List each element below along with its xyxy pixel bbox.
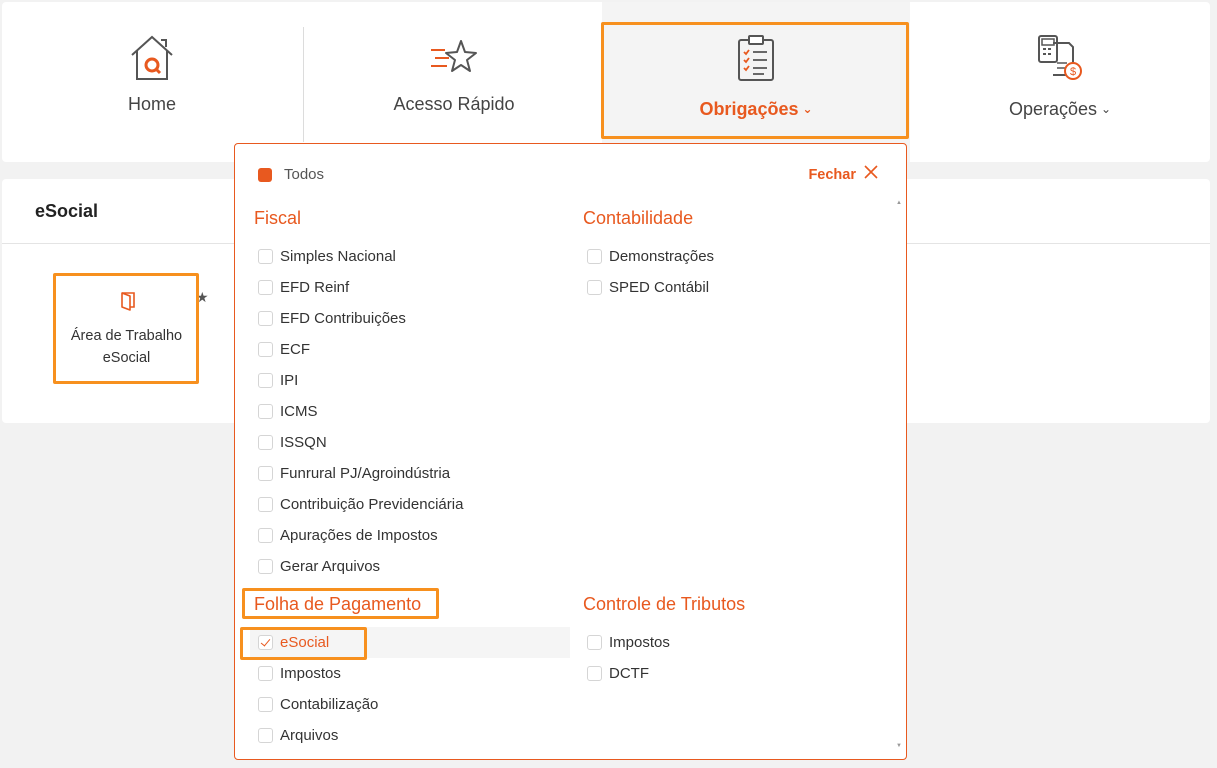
nav-operacoes[interactable]: $ Operações ⌄	[910, 2, 1210, 162]
option-label: Gerar Arquivos	[280, 558, 381, 575]
nav-home[interactable]: Home	[2, 2, 302, 162]
obrigacoes-dropdown: Todos Fechar ▲ ▼ Fiscal Contabilidade Fo…	[234, 143, 907, 760]
option-folha[interactable]: Contabilização	[250, 689, 570, 720]
option-label: EFD Contribuições	[280, 310, 406, 327]
tile-label: Área de Trabalho eSocial	[70, 328, 183, 366]
option-label: IPI	[280, 372, 299, 389]
option-checkbox[interactable]	[258, 528, 273, 543]
section-title-contabilidade: Contabilidade	[583, 208, 694, 228]
option-checkbox[interactable]	[258, 249, 273, 264]
option-checkbox[interactable]	[587, 280, 602, 295]
option-checkbox[interactable]	[258, 559, 273, 574]
favorite-star-icon[interactable]: ★	[196, 289, 209, 306]
option-label: SPED Contábil	[609, 279, 710, 296]
option-controle[interactable]: DCTF	[579, 658, 879, 689]
option-fiscal[interactable]: Apurações de Impostos	[250, 520, 570, 551]
option-fiscal[interactable]: Gerar Arquivos	[250, 551, 570, 582]
option-folha[interactable]: Impostos	[250, 658, 570, 689]
option-label: ISSQN	[280, 434, 327, 451]
star-icon	[429, 32, 479, 84]
option-folha[interactable]: eSocial	[250, 627, 570, 658]
option-checkbox[interactable]	[258, 373, 273, 388]
option-label: EFD Reinf	[280, 279, 350, 296]
panel-title: eSocial	[35, 201, 99, 221]
option-checkbox[interactable]	[587, 635, 602, 650]
option-label: ICMS	[280, 403, 318, 420]
close-button[interactable]: Fechar	[808, 165, 878, 184]
option-checkbox[interactable]	[258, 466, 273, 481]
option-label: ECF	[280, 341, 310, 358]
option-folha[interactable]: Arquivos	[250, 720, 570, 751]
option-label: Demonstrações	[609, 248, 715, 265]
close-icon	[864, 165, 878, 184]
option-checkbox[interactable]	[587, 666, 602, 681]
option-checkbox[interactable]	[258, 435, 273, 450]
option-fiscal[interactable]: IPI	[250, 365, 570, 396]
calculator-invoice-icon: $	[1035, 32, 1085, 84]
chevron-down-icon: ⌄	[802, 102, 813, 116]
option-checkbox[interactable]	[258, 697, 273, 712]
option-label: Contabilização	[280, 696, 379, 713]
option-fiscal[interactable]: Contribuição Previdenciária	[250, 489, 570, 520]
nav-acesso-rapido-label: Acesso Rápido	[393, 94, 515, 114]
todos-toggle[interactable]: Todos	[258, 166, 324, 183]
option-checkbox[interactable]	[258, 666, 273, 681]
option-checkbox[interactable]	[258, 728, 273, 743]
option-checkbox[interactable]	[258, 342, 273, 357]
todos-checkbox[interactable]	[258, 167, 272, 182]
scroll-up-icon[interactable]: ▲	[896, 200, 902, 206]
option-label: Arquivos	[280, 727, 339, 744]
nav-obrigacoes-label-wrap: Obrigações ⌄	[699, 99, 812, 120]
option-label: eSocial	[280, 634, 330, 651]
close-label: Fechar	[808, 166, 856, 183]
option-fiscal[interactable]: Funrural PJ/Agroindústria	[250, 458, 570, 489]
nav-operacoes-label: Operações	[1008, 99, 1097, 119]
option-fiscal[interactable]: ISSQN	[250, 427, 570, 458]
option-label: Contribuição Previdenciária	[280, 496, 464, 513]
option-fiscal[interactable]: Simples Nacional	[250, 241, 570, 272]
nav-obrigacoes-label: Obrigações	[699, 99, 799, 119]
tile-area-de-trabalho-esocial[interactable]: Área de Trabalho eSocial	[54, 273, 199, 384]
option-label: DCTF	[609, 665, 649, 682]
section-title-controle: Controle de Tributos	[583, 594, 746, 614]
option-label: Funrural PJ/Agroindústria	[280, 465, 451, 482]
section-title-folha: Folha de Pagamento	[254, 594, 422, 614]
option-checkbox[interactable]	[258, 497, 273, 512]
todos-label: Todos	[284, 166, 325, 183]
option-checkbox[interactable]	[258, 280, 273, 295]
option-controle[interactable]: Impostos	[579, 627, 879, 658]
nav-operacoes-label-wrap: Operações ⌄	[1009, 99, 1111, 120]
chevron-down-icon: ⌄	[1101, 102, 1112, 116]
top-nav: Home Acesso Rápido Obrigações ⌄ $ Operaç…	[2, 2, 1210, 162]
option-label: Apurações de Impostos	[280, 527, 438, 544]
option-fiscal[interactable]: EFD Contribuições	[250, 303, 570, 334]
svg-text:$: $	[1070, 66, 1076, 78]
door-icon	[120, 291, 136, 316]
option-contabilidade[interactable]: Demonstrações	[579, 241, 879, 272]
option-label: Impostos	[609, 634, 670, 651]
home-icon	[127, 32, 177, 84]
option-checkbox[interactable]	[587, 249, 602, 264]
option-checkbox[interactable]	[258, 635, 273, 650]
option-label: Simples Nacional	[280, 248, 396, 265]
nav-home-label: Home	[127, 94, 176, 114]
nav-acesso-rapido[interactable]: Acesso Rápido	[304, 2, 604, 162]
option-label: Impostos	[280, 665, 341, 682]
option-checkbox[interactable]	[258, 311, 273, 326]
option-fiscal[interactable]: ECF	[250, 334, 570, 365]
clipboard-checklist-icon	[731, 32, 781, 84]
section-title-fiscal: Fiscal	[254, 208, 302, 228]
nav-obrigacoes[interactable]: Obrigações ⌄	[602, 2, 910, 162]
option-fiscal[interactable]: EFD Reinf	[250, 272, 570, 303]
option-checkbox[interactable]	[258, 404, 273, 419]
option-fiscal[interactable]: ICMS	[250, 396, 570, 427]
scroll-down-icon[interactable]: ▼	[896, 743, 902, 749]
option-contabilidade[interactable]: SPED Contábil	[579, 272, 879, 303]
